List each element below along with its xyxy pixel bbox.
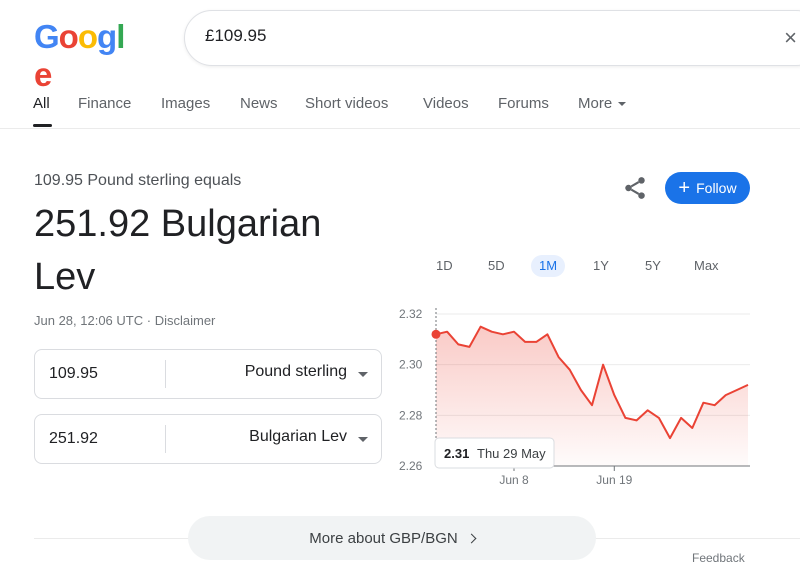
chart-tooltip: 2.31 Thu 29 May xyxy=(434,437,555,469)
from-converter: 109.95 Pound sterling xyxy=(34,349,382,399)
divider xyxy=(165,425,166,453)
tab-finance[interactable]: Finance xyxy=(78,95,131,112)
share-icon[interactable] xyxy=(622,175,648,201)
tab-all[interactable]: All xyxy=(33,95,50,112)
logo-letter: o xyxy=(58,18,79,55)
from-amount-input[interactable]: 109.95 xyxy=(49,365,98,383)
from-currency-select[interactable]: Pound sterling xyxy=(245,363,347,381)
search-box[interactable]: × xyxy=(184,10,800,66)
logo-letter: o xyxy=(77,18,98,55)
divider xyxy=(165,360,166,388)
to-amount-input[interactable]: 251.92 xyxy=(49,430,98,448)
range-1y[interactable]: 1Y xyxy=(585,255,617,277)
tab-forums[interactable]: Forums xyxy=(498,95,549,112)
logo-letter: g xyxy=(97,18,117,55)
conversion-result: 251.92 Bulgarian Lev xyxy=(34,203,322,298)
tab-more[interactable]: More xyxy=(578,95,627,112)
caret-down-icon[interactable] xyxy=(358,437,368,442)
tab-news[interactable]: News xyxy=(240,95,278,112)
disclaimer-link[interactable]: Disclaimer xyxy=(155,313,216,328)
x-tick-label: Jun 8 xyxy=(499,473,529,487)
tab-short-videos[interactable]: Short videos xyxy=(305,95,388,112)
range-1m[interactable]: 1M xyxy=(531,255,566,277)
x-tick-label: Jun 19 xyxy=(596,473,632,487)
tab-videos[interactable]: Videos xyxy=(423,95,469,112)
conversion-meta: Jun 28, 12:06 UTC · Disclaimer xyxy=(34,313,215,328)
y-tick-label: 2.26 xyxy=(399,459,423,473)
plus-icon: + xyxy=(678,177,691,199)
range-5d[interactable]: 5D xyxy=(480,255,513,277)
logo-letter: G xyxy=(34,18,60,55)
chart-hover-point xyxy=(431,329,441,339)
clear-search-icon[interactable]: × xyxy=(784,25,797,51)
feedback-link[interactable]: Feedback xyxy=(692,551,745,565)
to-converter: 251.92 Bulgarian Lev xyxy=(34,414,382,464)
to-currency-select[interactable]: Bulgarian Lev xyxy=(249,428,347,446)
range-1d[interactable]: 1D xyxy=(428,255,461,277)
tab-images[interactable]: Images xyxy=(161,95,210,112)
search-tabs: All Finance Images News Short videos Vid… xyxy=(0,84,800,129)
y-tick-label: 2.30 xyxy=(399,358,423,372)
y-tick-label: 2.28 xyxy=(399,408,423,422)
google-logo[interactable]: Google xyxy=(34,18,134,93)
tooltip-value: 2.31 xyxy=(444,446,469,461)
follow-button[interactable]: + Follow xyxy=(665,172,750,204)
more-about-label: More about GBP/BGN xyxy=(309,529,458,547)
logo-letter: l xyxy=(116,18,125,55)
range-5y[interactable]: 5Y xyxy=(637,255,669,277)
tab-more-label: More xyxy=(578,95,613,112)
timestamp: Jun 28, 12:06 UTC xyxy=(34,313,144,328)
caret-down-icon[interactable] xyxy=(358,372,368,377)
conversion-equals-label: 109.95 Pound sterling equals xyxy=(34,172,242,189)
follow-label: Follow xyxy=(696,180,737,196)
more-about-button[interactable]: More about GBP/BGN xyxy=(188,516,596,560)
meta-separator: · xyxy=(146,313,152,328)
caret-down-icon xyxy=(618,102,627,107)
chevron-right-icon xyxy=(466,533,477,544)
tooltip-date: Thu 29 May xyxy=(477,446,546,461)
exchange-rate-chart[interactable]: 2.32 2.30 2.28 2.26 Jun 8 Jun 19 2.31 Thu 29… xyxy=(392,300,800,500)
search-input[interactable] xyxy=(205,26,765,46)
range-max[interactable]: Max xyxy=(686,255,727,277)
active-tab-indicator xyxy=(33,124,52,127)
y-tick-label: 2.32 xyxy=(399,307,423,321)
